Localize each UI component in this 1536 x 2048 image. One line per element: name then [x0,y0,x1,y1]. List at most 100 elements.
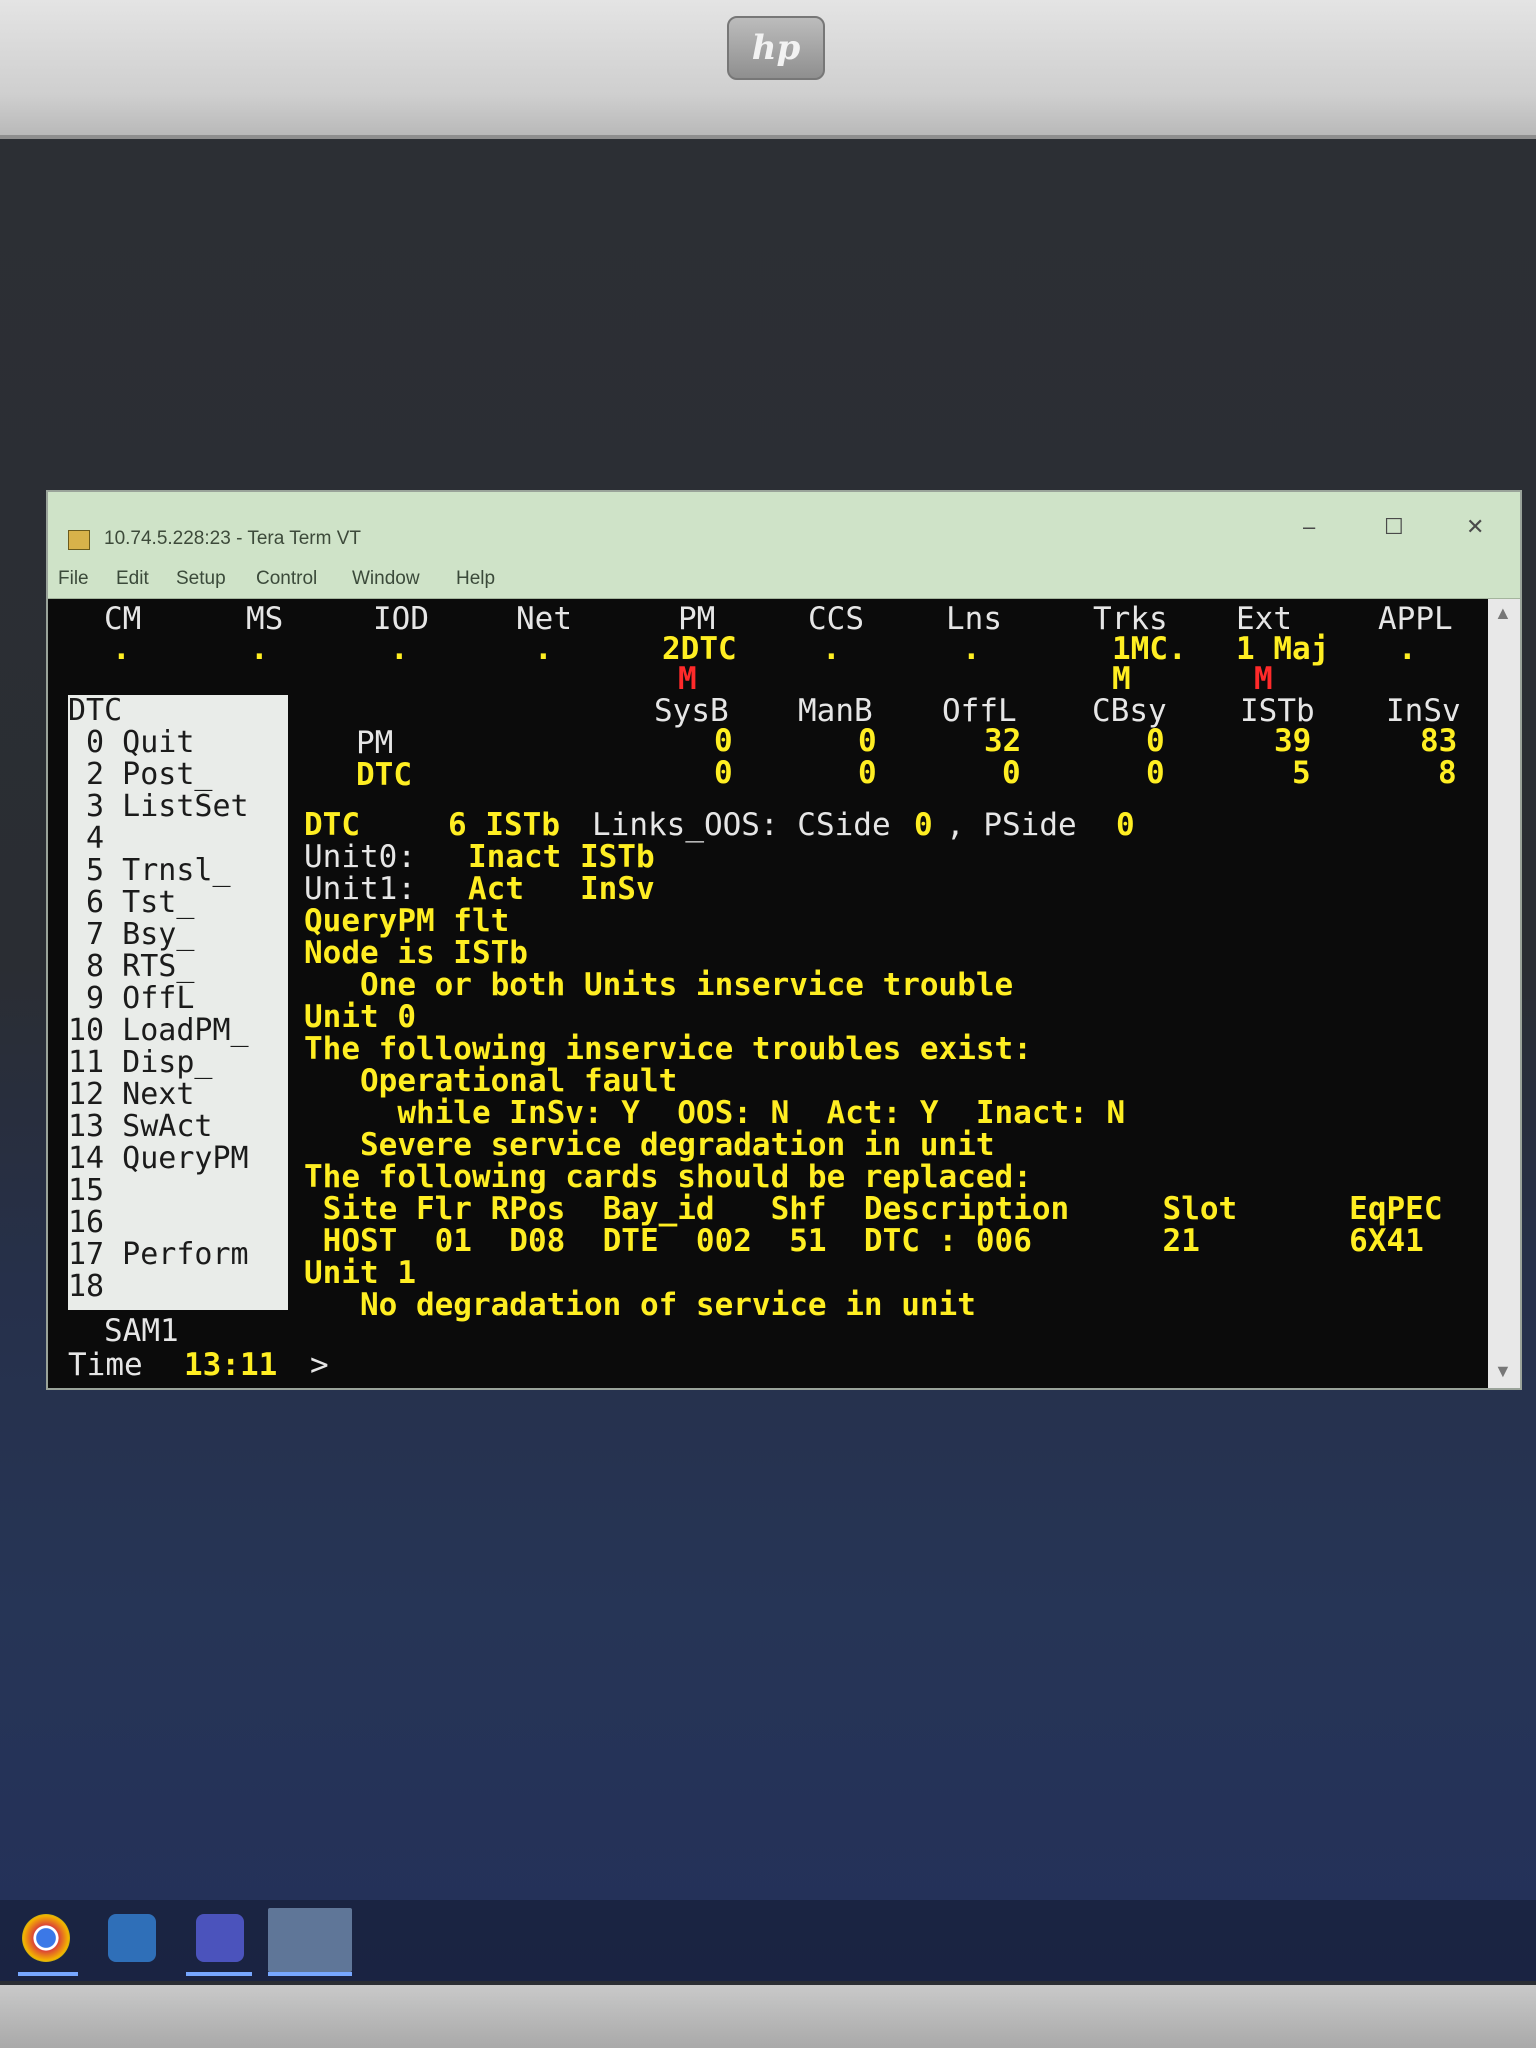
output-line: Unit 0 [304,999,416,1035]
title-bar[interactable]: 10.74.5.228:23 - Tera Term VT – ☐ ✕ [48,492,1520,558]
output-line: The following inservice troubles exist: [304,1031,1032,1067]
row-label-dtc: DTC [356,757,412,793]
time-value: 13:11 [184,1347,278,1383]
card-table-header: Site Flr RPos Bay_id Shf Description Slo… [304,1191,1443,1227]
pm-sysb: 0 [714,723,733,759]
output-line: Node is ISTb [304,935,528,971]
pside-value: 0 [1116,807,1135,843]
teraterm-app-icon [68,530,90,550]
trks-minor-flag: M [1112,661,1131,697]
menu-control[interactable]: Control [256,568,317,590]
net-status: . [534,631,553,667]
pm-insv: 83 [1420,723,1458,759]
appl-status: . [1398,631,1417,667]
command-prompt[interactable]: > [310,1349,329,1381]
output-line: QueryPM flt [304,903,510,939]
menu-window[interactable]: Window [352,568,420,590]
menu-listset[interactable]: 3 ListSet [68,791,249,823]
teraterm-taskbar-icon[interactable] [268,1908,352,1972]
links-oos-label: Links_OOS: CSide [592,807,891,843]
menu-next[interactable]: 12 Next [68,1079,194,1111]
ms-status: . [250,631,269,667]
pm-major-flag: M [678,661,697,697]
time-label: Time [68,1347,143,1383]
monitor-bezel-top: hp [0,0,1536,139]
monitor-bezel-bottom [0,1985,1536,2048]
window-title: 10.74.5.228:23 - Tera Term VT [104,528,362,549]
menu-setup[interactable]: Setup [176,568,226,590]
pm-manb: 0 [858,723,877,759]
ext-alarm: 1 Maj [1236,631,1330,667]
unit0-state: Inact ISTb [468,839,655,875]
menu-edit[interactable]: Edit [116,568,149,590]
output-line: Operational fault [304,1063,678,1099]
pm-offl: 32 [984,723,1022,759]
menu-rts[interactable]: 8 RTS_ [68,951,194,983]
cm-status: . [112,631,131,667]
terminal-screen[interactable]: CM MS IOD Net PM CCS Lns Trks Ext APPL .… [48,599,1488,1388]
dtc-label: DTC [304,807,360,843]
dtc-insv: 8 [1438,755,1457,791]
dtc-offl: 0 [1002,755,1021,791]
pm-istb: 39 [1274,723,1312,759]
output-line: The following cards should be replaced: [304,1159,1032,1195]
ext-major-flag: M [1254,661,1273,697]
ccs-status: . [822,631,841,667]
pside-label: , PSide [946,807,1077,843]
scroll-up-icon[interactable]: ▲ [1494,603,1512,624]
cside-value: 0 [914,807,933,843]
menu-swact[interactable]: 13 SwAct [68,1111,213,1143]
menu-post[interactable]: 2 Post_ [68,759,212,791]
menu-item-4[interactable]: 4 [68,823,104,855]
menu-querypm[interactable]: 14 QueryPM [68,1143,249,1175]
remote-desktop-icon[interactable] [108,1914,156,1962]
hp-logo-icon: hp [727,16,825,80]
teams-icon[interactable] [196,1914,244,1962]
menu-title: DTC [68,693,123,728]
teraterm-running-indicator [268,1972,352,1976]
iod-status: . [390,631,409,667]
menu-help[interactable]: Help [456,568,495,590]
command-menu: DTC 0 Quit 2 Post_ 3 ListSet 4 5 Trnsl_ … [68,695,288,1310]
chrome-icon[interactable] [22,1914,70,1962]
pm-alarm: 2DTC [662,631,737,667]
dtc-istb: 5 [1292,755,1311,791]
menu-disp[interactable]: 11 Disp_ [68,1047,213,1079]
dtc-count: 6 ISTb [448,807,560,843]
unit1-state: Act InSv [468,871,655,907]
lns-status: . [962,631,981,667]
chrome-running-indicator [18,1972,78,1976]
menu-trnsl[interactable]: 5 Trnsl_ [68,855,231,887]
menu-perform[interactable]: 17 Perform [68,1239,249,1271]
unit0-label: Unit0: [304,839,416,875]
menu-loadpm[interactable]: 10 LoadPM_ [68,1015,249,1047]
pm-cbsy: 0 [1146,723,1165,759]
menu-bar: File Edit Setup Control Window Help [48,558,1520,599]
close-button[interactable]: ✕ [1466,514,1484,540]
user-id: SAM1 [104,1313,179,1349]
teams-running-indicator [186,1972,252,1976]
taskbar [0,1900,1536,1981]
output-line: Severe service degradation in unit [304,1127,995,1163]
output-line: One or both Units inservice trouble [304,967,1014,1003]
dtc-manb: 0 [858,755,877,791]
dtc-sysb: 0 [714,755,733,791]
minimize-button[interactable]: – [1303,514,1315,540]
menu-item-16[interactable]: 16 [68,1207,104,1239]
teraterm-window[interactable]: 10.74.5.228:23 - Tera Term VT – ☐ ✕ File… [48,492,1520,1388]
menu-item-18[interactable]: 18 [68,1271,104,1303]
output-line: No degradation of service in unit [304,1287,976,1323]
menu-tst[interactable]: 6 Tst_ [68,887,194,919]
maximize-button[interactable]: ☐ [1384,514,1404,540]
dtc-cbsy: 0 [1146,755,1165,791]
scroll-down-icon[interactable]: ▼ [1494,1361,1512,1382]
unit1-label: Unit1: [304,871,416,907]
menu-item-15[interactable]: 15 [68,1175,104,1207]
menu-bsy[interactable]: 7 Bsy_ [68,919,194,951]
vertical-scrollbar[interactable]: ▲ ▼ [1488,599,1520,1388]
menu-file[interactable]: File [58,568,89,590]
menu-quit[interactable]: 0 Quit [68,727,194,759]
output-line: Unit 1 [304,1255,416,1291]
menu-offl[interactable]: 9 OffL [68,983,194,1015]
row-label-pm: PM [356,725,394,761]
